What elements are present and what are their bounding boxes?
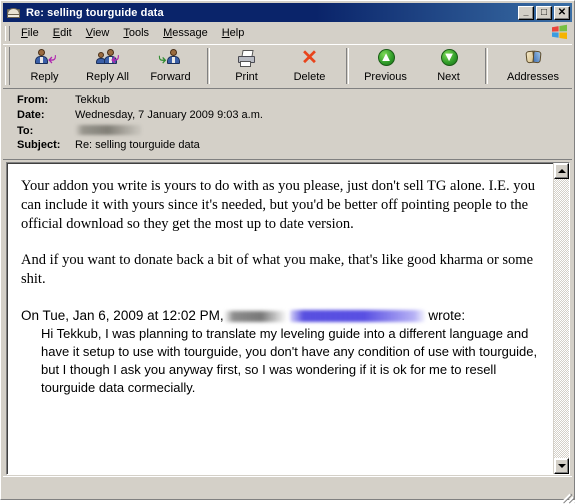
header-row-to: To: — [3, 124, 572, 139]
delete-x-icon: ✕ — [301, 47, 318, 69]
reply-all-button[interactable]: ⤶ Reply All — [76, 45, 139, 89]
next-label: Next — [437, 71, 460, 83]
address-book-icon — [521, 48, 545, 70]
print-button[interactable]: Print — [215, 45, 278, 89]
close-button[interactable]: ✕ — [554, 5, 570, 20]
printer-icon — [235, 48, 259, 70]
forward-button[interactable]: ⤷ Forward — [139, 45, 202, 89]
status-bar — [3, 476, 575, 504]
window-title: Re: selling tourguide data — [26, 6, 164, 19]
menu-item-help[interactable]: Help — [215, 25, 252, 41]
menu-item-tools-rest: ools — [128, 27, 150, 39]
maximize-icon: □ — [540, 6, 548, 18]
body-paragraph-2: And if you want to donate back a bit of … — [21, 252, 534, 287]
menu-item-edit-rest: dit — [60, 27, 72, 39]
quote-intro-prefix: On Tue, Jan 6, 2009 at 12:02 PM, — [21, 308, 224, 323]
redacted-quote-sender-email[interactable] — [289, 310, 425, 322]
date-value: Wednesday, 7 January 2009 9:03 a.m. — [75, 109, 263, 121]
message-body-panel: Your addon you write is yours to do with… — [3, 160, 572, 475]
next-down-arrow-icon: ▼ — [437, 48, 461, 70]
close-icon: ✕ — [557, 6, 567, 18]
title-bar[interactable]: Re: selling tourguide data _ □ ✕ — [3, 3, 572, 22]
from-value: Tekkub — [75, 94, 110, 106]
reply-icon: ⤶ — [33, 48, 57, 70]
scrollbar-track[interactable] — [554, 179, 569, 458]
toolbar: ⤶ Reply ⤶ Reply All ⤷ Forward Print ✕ De… — [3, 44, 572, 89]
menu-drag-grip[interactable] — [5, 25, 10, 41]
reply-all-icon: ⤶ — [95, 48, 120, 70]
windows-logo-icon — [552, 24, 567, 40]
maximize-button[interactable]: □ — [536, 5, 552, 20]
subject-value: Re: selling tourguide data — [75, 139, 200, 151]
from-label: From: — [17, 94, 49, 106]
envelope-icon — [6, 6, 22, 20]
quoted-message-text: Hi Tekkub, I was planning to translate m… — [41, 326, 538, 395]
toolbar-separator — [346, 48, 349, 84]
menu-item-message-rest: essage — [172, 27, 208, 39]
minimize-icon: _ — [523, 6, 529, 17]
menu-bar: File Edit View Tools Message Help — [3, 23, 572, 43]
forward-icon: ⤷ — [159, 48, 183, 70]
reply-all-label: Reply All — [86, 71, 129, 83]
to-value — [75, 124, 141, 137]
toolbar-separator — [485, 48, 488, 84]
print-label: Print — [235, 71, 258, 83]
toolbar-separator — [207, 48, 210, 84]
message-body-text[interactable]: Your addon you write is yours to do with… — [7, 163, 553, 474]
minimize-button[interactable]: _ — [518, 5, 534, 20]
previous-up-arrow-icon: ▲ — [374, 48, 398, 70]
addresses-button[interactable]: Addresses — [493, 45, 573, 89]
message-body-frame: Your addon you write is yours to do with… — [6, 162, 570, 475]
header-row-subject: Subject: Re: selling tourguide data — [3, 139, 572, 154]
message-header-panel: From: Tekkub Date: Wednesday, 7 January … — [3, 89, 572, 160]
forward-label: Forward — [150, 71, 191, 83]
menu-item-edit[interactable]: Edit — [46, 25, 79, 41]
reply-label: Reply — [30, 71, 59, 83]
toolbar-drag-grip[interactable] — [5, 47, 10, 85]
menu-item-message[interactable]: Message — [156, 25, 215, 41]
quote-intro-suffix: wrote: — [428, 308, 466, 323]
menu-item-file[interactable]: File — [14, 25, 46, 41]
subject-label: Subject: — [17, 139, 61, 151]
window-controls: _ □ ✕ — [518, 5, 570, 20]
header-row-from: From: Tekkub — [3, 94, 572, 109]
redacted-recipient — [75, 125, 141, 135]
to-label: To: — [17, 125, 34, 137]
date-label: Date: — [17, 109, 45, 121]
menu-item-tools[interactable]: Tools — [116, 25, 156, 41]
delete-label: Delete — [293, 71, 326, 83]
menu-item-view-rest: iew — [92, 27, 110, 39]
resize-grip[interactable] — [557, 482, 575, 504]
delete-button[interactable]: ✕ Delete — [278, 45, 341, 89]
previous-label: Previous — [364, 71, 407, 83]
body-paragraph-1: Your addon you write is yours to do with… — [21, 178, 535, 232]
menu-item-help-rest: elp — [229, 27, 245, 39]
scroll-up-icon[interactable] — [554, 163, 569, 179]
reply-button[interactable]: ⤶ Reply — [13, 45, 76, 89]
menu-item-view[interactable]: View — [79, 25, 117, 41]
vertical-scrollbar[interactable] — [553, 163, 569, 474]
menu-item-file-rest: ile — [27, 27, 39, 39]
email-window: Re: selling tourguide data _ □ ✕ File Ed… — [0, 0, 575, 504]
previous-button[interactable]: ▲ Previous — [354, 45, 417, 89]
redacted-quote-sender-name — [223, 311, 286, 322]
quote-intro-line: On Tue, Jan 6, 2009 at 12:02 PM, wrote: — [21, 306, 543, 325]
scroll-down-icon[interactable] — [554, 458, 569, 474]
header-row-date: Date: Wednesday, 7 January 2009 9:03 a.m… — [3, 109, 572, 124]
next-button[interactable]: ▼ Next — [417, 45, 480, 89]
addresses-label: Addresses — [507, 71, 559, 83]
